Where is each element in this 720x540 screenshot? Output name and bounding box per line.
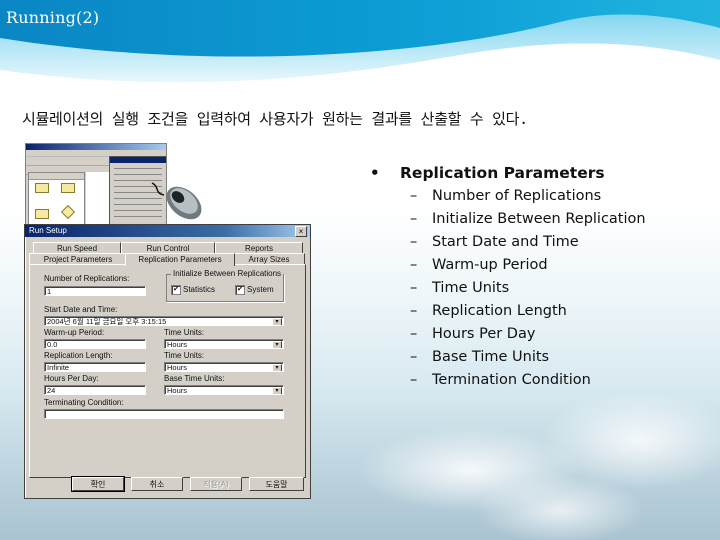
dialog-titlebar: Run Setup ×: [25, 225, 310, 237]
dash-icon: –: [410, 349, 418, 365]
statistics-label: Statistics: [183, 285, 216, 294]
run-setup-dialog: Run Setup × Run Speed Run Control Report…: [24, 224, 311, 499]
warmup-period-label: Warm-up Period:: [44, 328, 105, 337]
apply-button[interactable]: 적용(A): [190, 477, 242, 491]
tab-row-front: Project Parameters Replication Parameter…: [29, 253, 305, 266]
replication-parameters-panel: Number of Replications: 1 Initialize Bet…: [29, 264, 306, 478]
dash-icon: –: [410, 188, 418, 204]
chevron-down-icon[interactable]: ▾: [272, 318, 282, 325]
ok-button[interactable]: 확인: [71, 476, 125, 492]
replication-length-label: Replication Length:: [44, 351, 113, 360]
tab-row-back: Run Speed Run Control Reports: [29, 242, 305, 254]
system-label: System: [247, 285, 274, 294]
header-wave-banner: [0, 0, 720, 88]
replication-time-units-value: Hours: [167, 363, 188, 372]
chevron-down-icon[interactable]: ▾: [272, 364, 282, 371]
project-bar-panel: [28, 172, 85, 230]
panel-header: [29, 173, 84, 180]
number-of-replications-input[interactable]: 1: [44, 286, 146, 296]
dispose-module-icon: [61, 183, 75, 193]
slide-subtitle: 시뮬레이션의 실행 조건을 입력하여 사용자가 원하는 결과를 산출할 수 있다…: [22, 110, 528, 128]
warmup-time-units-label: Time Units:: [164, 328, 205, 337]
cancel-button[interactable]: 취소: [131, 477, 183, 491]
dash-icon: –: [410, 372, 418, 388]
initialize-between-replications-group: Initialize Between Replications ✔ Statis…: [166, 269, 284, 302]
mouse-icon: [151, 182, 202, 220]
process-module-icon: [35, 209, 49, 219]
replication-length-input[interactable]: Infinite: [44, 362, 146, 372]
replication-time-units-label: Time Units:: [164, 351, 205, 360]
dash-icon: –: [410, 211, 418, 227]
terminating-condition-label: Terminating Condition:: [44, 398, 124, 407]
dash-icon: –: [410, 280, 418, 296]
dialog-title: Run Setup: [29, 226, 67, 235]
replication-time-units-dropdown[interactable]: Hours ▾: [164, 362, 284, 372]
close-icon[interactable]: ×: [295, 226, 307, 237]
hours-per-day-input[interactable]: 24: [44, 385, 146, 395]
statistics-checkbox[interactable]: ✔: [171, 285, 181, 295]
chevron-down-icon[interactable]: ▾: [272, 387, 282, 394]
number-of-replications-label: Number of Replications:: [44, 274, 130, 283]
warmup-time-units-value: Hours: [167, 340, 188, 349]
setup-menu-item-highlight: [110, 157, 166, 163]
dash-icon: –: [410, 326, 418, 342]
arena-app-screenshot: [25, 143, 167, 231]
bullet-main-label: Replication Parameters: [400, 164, 605, 182]
dash-icon: –: [410, 234, 418, 250]
hours-per-day-label: Hours Per Day:: [44, 374, 99, 383]
base-time-units-value: Hours: [167, 386, 188, 395]
slide-title: Running(2): [6, 8, 100, 27]
warmup-period-input[interactable]: 0.0: [44, 339, 146, 349]
decide-module-icon: [60, 204, 76, 220]
dash-icon: –: [410, 303, 418, 319]
start-date-value: 2004년 6월 11일 금요일 오후 3:15:15: [47, 317, 167, 326]
start-date-label: Start Date and Time:: [44, 305, 118, 314]
tab-replication-parameters[interactable]: Replication Parameters: [125, 253, 235, 266]
bullet-dot-icon: •: [370, 164, 380, 182]
initialize-group-title: Initialize Between Replications: [171, 269, 284, 278]
warmup-time-units-dropdown[interactable]: Hours ▾: [164, 339, 284, 349]
dash-icon: –: [410, 257, 418, 273]
system-checkbox[interactable]: ✔: [235, 285, 245, 295]
create-module-icon: [35, 183, 49, 193]
chevron-down-icon[interactable]: ▾: [272, 341, 282, 348]
base-time-units-label: Base Time Units:: [164, 374, 225, 383]
start-date-dropdown[interactable]: 2004년 6월 11일 금요일 오후 3:15:15 ▾: [44, 316, 284, 326]
base-time-units-dropdown[interactable]: Hours ▾: [164, 385, 284, 395]
help-button[interactable]: 도움말: [249, 477, 304, 491]
terminating-condition-input[interactable]: [44, 409, 284, 419]
